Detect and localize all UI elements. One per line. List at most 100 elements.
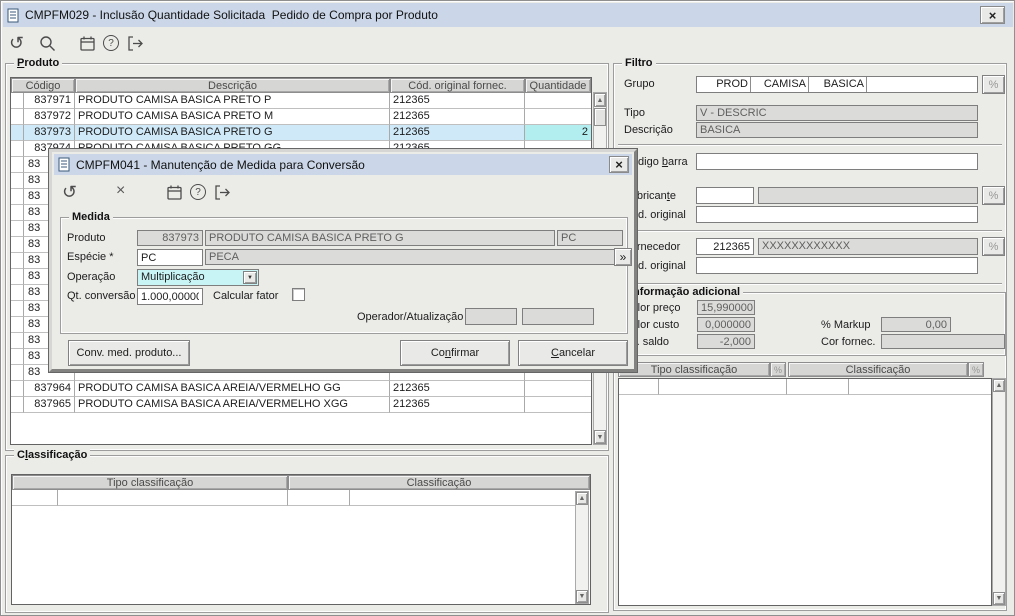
app-icon [58,157,71,172]
close-icon[interactable]: × [609,156,629,173]
col-header-tipo-classificacao[interactable]: Tipo classificação [618,362,770,377]
dialog-title: CMPFM041 - Manutenção de Medida para Con… [76,157,365,172]
undo-icon[interactable]: ↺ [62,182,77,203]
scroll-down-icon[interactable]: ▼ [594,430,606,444]
window-titlebar[interactable]: CMPFM029 - Inclusão Quantidade Solicitad… [3,3,1013,27]
grupo-lookup-button[interactable]: % [982,75,1005,94]
grupo-segment-2[interactable]: CAMISA [751,77,809,92]
grupo-field[interactable]: PROD CAMISA BASICA [696,76,978,93]
especie-more-button[interactable]: » [614,248,632,266]
scroll-up-icon[interactable]: ▲ [576,492,588,505]
col-header-descricao[interactable]: Descrição [75,78,390,93]
classificacao-lookup-button[interactable]: % [968,362,984,377]
markup-field: 0,00 [881,317,951,332]
calendar-icon[interactable] [79,35,96,52]
descricao-field: BASICA [696,122,978,138]
dialog-cmpfm041: CMPFM041 - Manutenção de Medida para Con… [48,148,638,373]
col-header-codigo[interactable]: Código [11,78,75,93]
operacao-value: Multiplicação [141,271,205,283]
confirmar-button[interactable]: Co n firmar [400,340,510,366]
cor-fornec-field [881,334,1005,349]
undo-icon[interactable]: ↺ [9,33,24,54]
scroll-up-icon[interactable]: ▲ [594,93,606,107]
main-toolbar: ↺ ? [1,27,1014,60]
tipo-label: Tipo [624,107,645,119]
valor-preco-field: 15,990000 [697,300,755,315]
conv-med-produto-button[interactable]: Conv. med. produto... [68,340,190,366]
produto-code-field: 837973 [137,230,203,246]
dialog-titlebar[interactable]: CMPFM041 - Manutenção de Medida para Con… [54,154,632,175]
table-row[interactable] [12,490,590,506]
fornecedor-lookup-button[interactable]: % [982,237,1005,256]
table-row[interactable]: 837972 PRODUTO CAMISA BASICA PRETO M 21236… [11,109,591,125]
cod-original-forn-input[interactable] [696,257,978,274]
help-icon[interactable]: ? [103,35,119,51]
exit-icon[interactable] [214,184,232,201]
calcular-fator-label: Calcular fator [213,290,279,302]
scroll-up-icon[interactable]: ▲ [993,379,1005,392]
lookup-icon: % [988,189,999,202]
cod-original-fab-input[interactable] [696,206,978,223]
lookup-icon: % [988,78,999,91]
col-header-tipo-classificacao[interactable]: Tipo classificação [12,475,288,490]
main-window: CMPFM029 - Inclusão Quantidade Solicitad… [0,0,1015,616]
separator [618,230,1002,232]
right-classification-table [618,378,992,606]
saldo-field: -2,000 [697,334,755,349]
grupo-segment-3[interactable]: BASICA [809,77,867,92]
classification-table: Tipo classificação Classificação ▲ ▼ [11,474,591,605]
exit-icon[interactable] [127,35,145,52]
especie-input[interactable] [137,249,203,266]
calcular-fator-checkbox[interactable] [292,288,305,301]
col-header-classificacao[interactable]: Classificação [288,475,590,490]
filtro-group: Filtro Grupo PROD CAMISA BASICA % Tipo V… [613,57,1007,611]
qt-conversao-label: Qt. conversão [67,290,136,302]
operador-label: Operador/Atualização [357,311,464,323]
fornecedor-desc-field: XXXXXXXXXXXX [758,238,978,255]
classificacao-group: Classificação Tipo classificação Classif… [5,449,609,613]
table-row[interactable]: 837965 PRODUTO CAMISA BASICA AREIA/VERMEL… [11,397,591,413]
info-adicional-label: Informação adicional [627,286,744,298]
codigo-barra-input[interactable] [696,153,978,170]
operador-field-2 [522,308,594,325]
info-adicional-group: Informação adicional Valor preço 15,9900… [618,286,1006,356]
fabricante-lookup-button[interactable]: % [982,186,1005,205]
table-row[interactable] [619,379,991,395]
col-header-classificacao[interactable]: Classificação [788,362,968,377]
search-icon[interactable] [39,35,56,52]
dialog-toolbar: ↺ × ? [54,175,632,209]
scrollbar-thumb[interactable] [594,108,606,126]
cancelar-button[interactable]: Cancelar [518,340,628,366]
operacao-combobox[interactable]: Multiplicação ▼ [137,269,259,286]
col-header-qtd[interactable]: Quantidade [525,78,591,93]
tipo-classificacao-lookup-button[interactable]: % [770,362,786,377]
produto-group-label: Produto [14,57,63,69]
especie-label: Espécie * [67,251,114,263]
grupo-segment-1[interactable]: PROD [697,77,751,92]
lookup-icon: % [988,240,999,253]
chevron-down-icon[interactable]: ▼ [243,271,257,284]
table-row[interactable]: 837964 PRODUTO CAMISA BASICA AREIA/VERMEL… [11,381,591,397]
help-icon[interactable]: ? [190,184,206,200]
window-title: CMPFM029 - Inclusão Quantidade Solicitad… [25,8,438,22]
fabricante-input[interactable] [696,187,754,204]
qt-conversao-input[interactable] [137,288,203,305]
delete-icon[interactable]: × [116,182,125,200]
operacao-label: Operação [67,271,116,283]
fornecedor-input[interactable] [696,238,754,255]
calendar-icon[interactable] [166,184,183,201]
table-row[interactable]: 837973 PRODUTO CAMISA BASICA PRETO G 21236… [11,125,591,141]
classification-scrollbar[interactable]: ▲ ▼ [575,491,589,604]
scroll-down-icon[interactable]: ▼ [993,592,1005,605]
table-row[interactable]: 837971 PRODUTO CAMISA BASICA PRETO P 21236… [11,93,591,109]
grupo-label: Grupo [624,78,655,90]
col-header-orig[interactable]: Cód. original fornec. [390,78,525,93]
right-classification-scrollbar[interactable]: ▲ ▼ [992,378,1006,606]
separator [618,283,1002,285]
classificacao-group-label: Classificação [14,449,91,461]
close-icon[interactable]: × [980,6,1005,24]
cor-fornec-label: Cor fornec. [821,336,876,348]
lookup-icon: % [971,364,980,375]
scroll-down-icon[interactable]: ▼ [576,590,588,603]
especie-desc-field: PECA [205,249,617,265]
